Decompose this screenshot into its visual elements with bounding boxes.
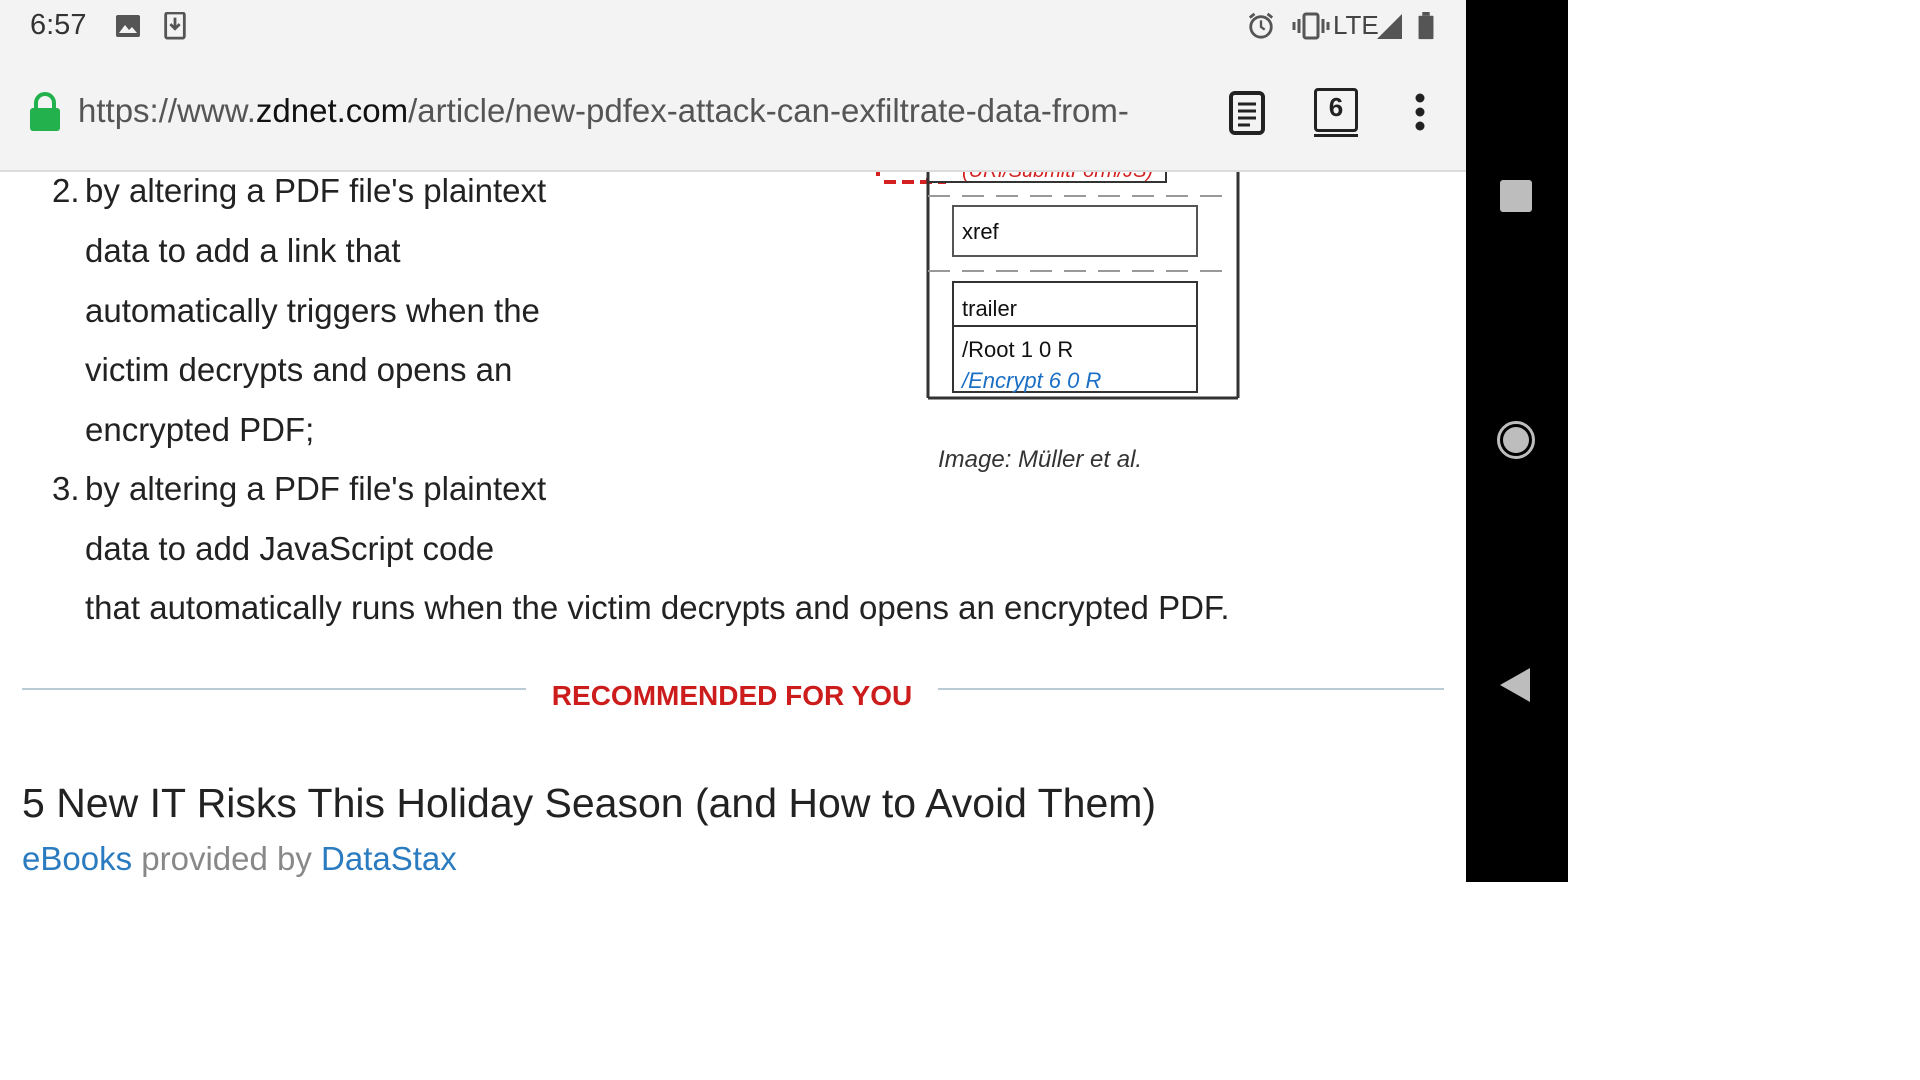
list-number: 3. [52,470,80,507]
android-nav-bar [1466,0,1568,882]
url-path: /article/new-pdfex-attack-can-exfiltrate… [408,92,1129,129]
list-number: 2. [52,172,80,209]
provider-link[interactable]: DataStax [321,840,457,877]
recents-button[interactable] [1500,180,1532,212]
figure-root: /Root 1 0 R [962,337,1073,362]
list-item-line: data to add JavaScript code [85,530,495,567]
tab-count: 6 [1328,92,1344,122]
list-item-line: by altering a PDF file's plaintext [85,470,547,507]
url-fade [1150,82,1200,142]
status-bar: 6:57 LTE [0,0,1466,52]
recommended-heading: RECOMMENDED FOR YOU [551,680,913,711]
list-item-line: encrypted PDF; [85,411,315,448]
image-icon [116,15,140,37]
list-item-line: that automatically runs when the victim … [85,589,1230,626]
pdf-structure-figure: (URI/SubmitForm/JS) xref trailer /Root 1… [876,172,1240,400]
article-content: 2. by altering a PDF file's plaintext da… [0,172,1466,882]
figure-top-fragment: (URI/SubmitForm/JS) [962,172,1153,182]
home-button[interactable] [1497,421,1535,459]
recommended-article-title[interactable]: 5 New IT Risks This Holiday Season (and … [22,780,1156,827]
url-scheme: https://www. [78,92,256,129]
divider-right [938,688,1444,690]
figure-xref: xref [962,219,1000,244]
list-item-line: automatically triggers when the [85,292,540,329]
provided-by-text: provided by [141,840,312,877]
reader-mode-icon[interactable] [1228,90,1266,136]
list-item-line: victim decrypts and opens an [85,351,513,388]
back-button[interactable] [1498,666,1532,704]
list-item-line: by altering a PDF file's plaintext [85,172,547,209]
url-domain: zdnet.com [255,92,409,129]
alarm-icon [1248,12,1274,39]
network-type: LTE [1333,10,1379,40]
overflow-menu-icon[interactable] [1410,92,1430,132]
url-field[interactable]: https://www.zdnet.com/article/new-pdfex-… [78,92,1192,130]
divider-left [22,688,526,690]
ebooks-link[interactable]: eBooks [22,840,132,877]
vibrate-icon [1292,12,1330,40]
lock-icon [30,92,60,131]
figure-encrypt: /Encrypt 6 0 R [960,368,1102,393]
figure-trailer: trailer [962,296,1017,321]
battery-icon [1418,12,1434,40]
figure-caption: Image: Müller et al. [938,446,1143,473]
browser-toolbar: https://www.zdnet.com/article/new-pdfex-… [0,52,1466,172]
list-item-line: data to add a link that [85,232,401,269]
download-icon [164,12,186,40]
recommended-article-meta: eBooks provided by DataStax [22,840,457,878]
tab-switcher-button[interactable]: 6 [1314,88,1358,137]
status-time: 6:57 [30,9,87,41]
signal-icon [1377,14,1402,39]
